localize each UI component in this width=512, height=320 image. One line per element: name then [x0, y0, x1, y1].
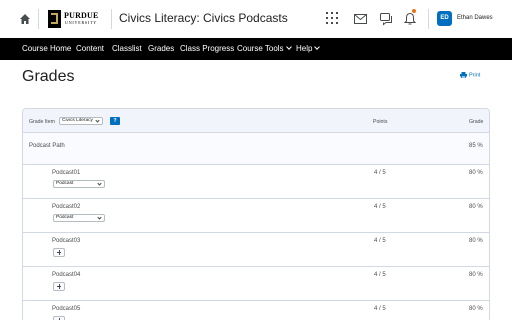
- add-button[interactable]: [53, 248, 65, 257]
- print-label: Print: [469, 72, 481, 79]
- table-row: Podcast Path 85 %: [23, 133, 489, 165]
- notification-dot: [412, 9, 416, 13]
- path-grade: 85 %: [469, 143, 483, 149]
- item-type-select[interactable]: Podcast: [53, 214, 105, 222]
- item-name: Podcast04: [52, 272, 81, 278]
- item-name: Podcast03: [52, 238, 81, 244]
- mail-icon[interactable]: [354, 12, 367, 26]
- item-points: 4 / 5: [374, 170, 386, 176]
- table-row: Podcast01 Podcast 4 / 5 80 %: [23, 165, 489, 199]
- item-name: Podcast05: [52, 306, 81, 312]
- course-navbar: Course Home Content Classlist Grades Cla…: [0, 38, 512, 60]
- item-grade: 80 %: [469, 306, 483, 312]
- grades-table: Grade Item Civics Literacy ? Points Grad…: [22, 108, 490, 320]
- add-button[interactable]: [53, 316, 65, 320]
- item-type-select[interactable]: Podcast: [53, 180, 105, 188]
- nav-help[interactable]: Help: [296, 44, 321, 53]
- top-header: PURDUE UNIVERSITY Civics Literacy: Civic…: [0, 0, 512, 38]
- apps-grid-icon[interactable]: [326, 12, 338, 26]
- printer-icon: [460, 72, 467, 78]
- nav-grades[interactable]: Grades: [148, 44, 174, 53]
- col-header-points: Points: [373, 119, 388, 125]
- divider: [38, 9, 39, 29]
- col-header-grade: Grade: [469, 119, 484, 125]
- help-button[interactable]: ?: [110, 117, 120, 125]
- item-grade: 80 %: [469, 272, 483, 278]
- divider: [428, 9, 429, 29]
- item-grade: 80 %: [469, 238, 483, 244]
- table-row: Podcast03 4 / 5 80 %: [23, 233, 489, 267]
- item-points: 4 / 5: [374, 204, 386, 210]
- table-row: Podcast04 4 / 5 80 %: [23, 267, 489, 301]
- purdue-logo[interactable]: PURDUE UNIVERSITY: [48, 10, 108, 28]
- nav-course-home[interactable]: Course Home: [22, 44, 71, 53]
- print-button[interactable]: Print: [460, 72, 480, 78]
- logo-mark-icon: [48, 10, 61, 28]
- user-name[interactable]: Ethan Dawes: [457, 15, 493, 21]
- chevron-down-icon: [314, 44, 321, 50]
- table-row: Podcast05 4 / 5 80 %: [23, 301, 489, 320]
- page-title: Grades: [22, 68, 75, 85]
- grade-item-label: Grade Item: [29, 119, 55, 125]
- nav-classlist[interactable]: Classlist: [112, 44, 142, 53]
- logo-text-main: PURDUE: [64, 11, 99, 20]
- nav-course-tools-label: Course Tools: [237, 44, 284, 53]
- item-grade: 80 %: [469, 204, 483, 210]
- item-name: Podcast01: [52, 170, 81, 176]
- bell-icon[interactable]: [404, 12, 416, 26]
- add-button[interactable]: [53, 282, 65, 291]
- divider: [111, 9, 112, 29]
- chevron-down-icon: [285, 44, 292, 50]
- nav-class-progress[interactable]: Class Progress: [180, 44, 234, 53]
- grade-item-select[interactable]: Civics Literacy: [59, 117, 103, 125]
- avatar[interactable]: ED: [437, 11, 452, 26]
- logo-text-sub: UNIVERSITY: [65, 20, 97, 25]
- nav-content[interactable]: Content: [76, 44, 104, 53]
- table-row: Podcast02 Podcast 4 / 5 80 %: [23, 199, 489, 233]
- table-header: Grade Item Civics Literacy ? Points Grad…: [23, 109, 489, 133]
- home-icon[interactable]: [19, 13, 31, 25]
- item-grade: 80 %: [469, 170, 483, 176]
- path-name: Podcast Path: [29, 143, 65, 149]
- course-title[interactable]: Civics Literacy: Civics Podcasts: [119, 11, 288, 25]
- item-points: 4 / 5: [374, 306, 386, 312]
- item-points: 4 / 5: [374, 272, 386, 278]
- item-name: Podcast02: [52, 204, 81, 210]
- item-points: 4 / 5: [374, 238, 386, 244]
- nav-help-label: Help: [296, 44, 313, 53]
- nav-course-tools[interactable]: Course Tools: [237, 44, 292, 53]
- chat-icon[interactable]: [380, 12, 393, 26]
